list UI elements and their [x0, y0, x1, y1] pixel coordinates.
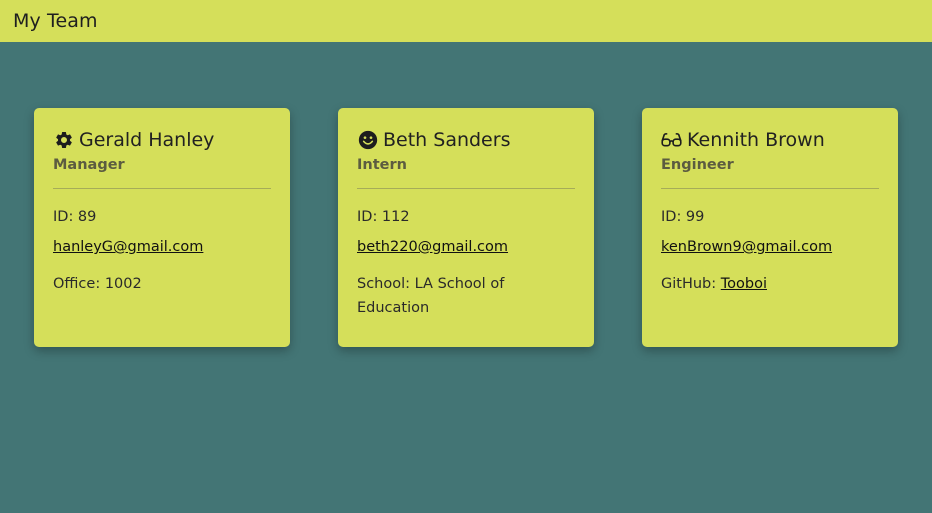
- smiley-icon: [357, 130, 378, 151]
- employee-email-link[interactable]: beth220@gmail.com: [357, 239, 508, 255]
- card-header: Gerald Hanley: [53, 128, 271, 152]
- github-label: GitHub:: [661, 276, 721, 292]
- employee-role: Intern: [357, 157, 407, 173]
- card-header: Beth Sanders: [357, 128, 575, 152]
- employee-card-engineer: Kennith Brown Engineer ID: 99 kenBrown9@…: [642, 108, 898, 347]
- employee-name: Kennith Brown: [687, 129, 825, 151]
- gear-icon: [53, 130, 74, 151]
- employee-role: Manager: [53, 157, 125, 173]
- divider: [357, 188, 575, 189]
- employee-office: Office: 1002: [53, 276, 142, 292]
- employee-card-manager: Gerald Hanley Manager ID: 89 hanleyG@gma…: [34, 108, 290, 347]
- employee-id: ID: 112: [357, 209, 410, 225]
- employee-role: Engineer: [661, 157, 734, 173]
- employee-email-link[interactable]: hanleyG@gmail.com: [53, 239, 203, 255]
- employee-school: School: LA School of Education: [357, 276, 505, 316]
- glasses-icon: [661, 130, 682, 151]
- employee-card-intern: Beth Sanders Intern ID: 112 beth220@gmai…: [338, 108, 594, 347]
- employee-github: GitHub: Tooboi: [661, 272, 879, 296]
- divider: [661, 188, 879, 189]
- github-link[interactable]: Tooboi: [721, 276, 767, 292]
- employee-name: Beth Sanders: [383, 129, 511, 151]
- employee-email-link[interactable]: kenBrown9@gmail.com: [661, 239, 832, 255]
- employee-id: ID: 99: [661, 209, 705, 225]
- divider: [53, 188, 271, 189]
- card-header: Kennith Brown: [661, 128, 879, 152]
- employee-name: Gerald Hanley: [79, 129, 215, 151]
- page-title: My Team: [13, 10, 98, 32]
- navbar: My Team: [0, 0, 932, 42]
- employee-id: ID: 89: [53, 209, 97, 225]
